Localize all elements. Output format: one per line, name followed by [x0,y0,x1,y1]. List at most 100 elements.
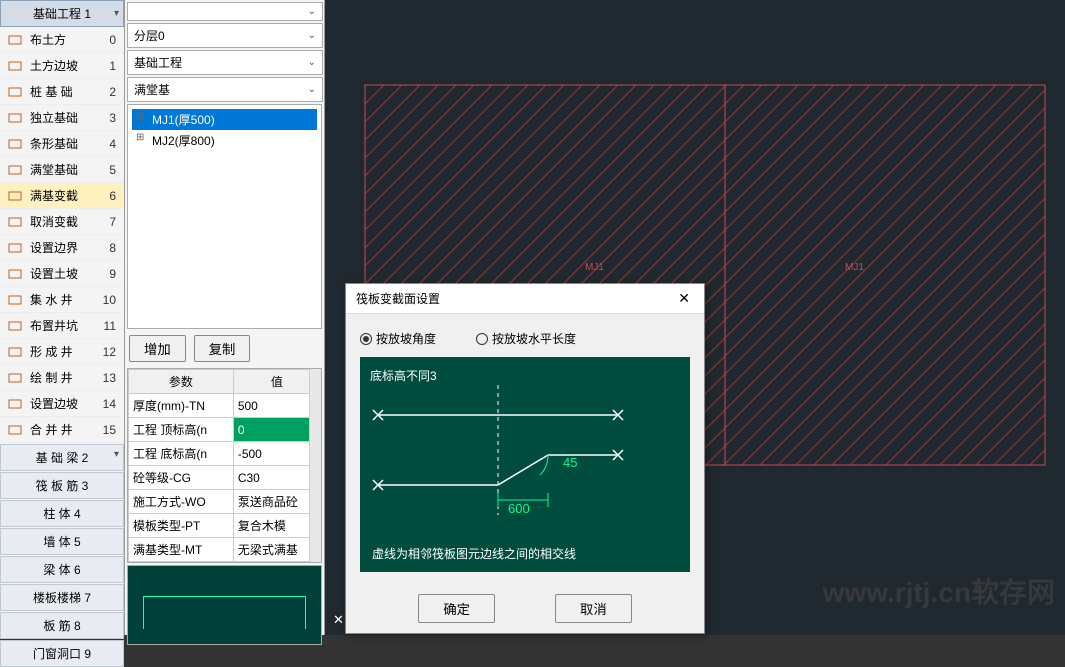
prop-value[interactable]: 泵送商品砼 [233,490,320,514]
chevron-down-icon[interactable]: ▾ [114,8,119,19]
prop-value[interactable]: -500 [233,442,320,466]
tool-num: 10 [103,293,116,307]
tool-num: 12 [103,345,116,359]
sub-header-label: 板 筋 8 [43,619,80,633]
prop-value[interactable]: C30 [233,466,320,490]
close-icon[interactable]: ✕ [674,290,694,307]
sub-header-4[interactable]: 梁 体 6 [0,556,124,583]
prop-key: 工程 底标高(n [129,442,234,466]
prop-value[interactable]: 复合木模 [233,514,320,538]
dropdown-label: 满堂基 [134,81,170,98]
dropdown-label: 基础工程 [134,54,182,71]
chevron-down-icon: ⌄ [308,30,316,41]
prop-row[interactable]: 满基类型-MT无梁式满基 [129,538,321,562]
tool-label: 桩 基 础 [30,83,73,100]
tool-num: 0 [109,33,116,47]
tool-item-6[interactable]: 满基变截6 [0,183,124,209]
tool-num: 5 [109,163,116,177]
prop-row[interactable]: 厚度(mm)-TN500 [129,394,321,418]
prop-key: 厚度(mm)-TN [129,394,234,418]
chevron-down-icon: ⌄ [308,6,316,17]
dropdown-1[interactable]: 分层0 ⌄ [127,23,323,48]
dropdown-label: 分层0 [134,27,165,44]
tool-item-15[interactable]: 合 并 井15 [0,417,124,443]
tool-item-10[interactable]: 集 水 井10 [0,287,124,313]
tool-item-9[interactable]: 设置土坡9 [0,261,124,287]
sub-header-3[interactable]: 墙 体 5 [0,528,124,555]
sub-header-label: 筏 板 筋 3 [36,479,89,493]
sub-header-5[interactable]: 楼板楼梯 7 [0,584,124,611]
tool-item-14[interactable]: 设置边坡14 [0,391,124,417]
add-button[interactable]: 增加 [129,335,186,362]
tool-item-5[interactable]: 满堂基础5 [0,157,124,183]
prop-value[interactable]: 0 [233,418,320,442]
tool-label: 条形基础 [30,135,78,152]
chevron-down-icon[interactable]: ▾ [114,449,119,460]
tree-item-0[interactable]: MJ1(厚500) [132,109,317,130]
prop-row[interactable]: 工程 顶标高(n0 [129,418,321,442]
dialog-titlebar[interactable]: 筏板变截面设置 ✕ [346,284,704,314]
tool-icon [8,189,24,203]
tool-item-4[interactable]: 条形基础 4 [0,131,124,157]
tool-icon [8,163,24,177]
tool-item-13[interactable]: 绘 制 井13 [0,365,124,391]
tool-label: 合 并 井 [30,421,73,438]
col-value: 值 [233,370,320,394]
tool-label: 设置边坡 [30,395,78,412]
tool-num: 9 [109,267,116,281]
tool-item-12[interactable]: 形 成 井 12 [0,339,124,365]
radio-by-angle[interactable]: 按放坡角度 [360,330,436,347]
tool-icon [8,85,24,99]
copy-button[interactable]: 复制 [194,335,251,362]
dropdown-0[interactable]: ⌄ [127,2,323,21]
tool-num: 7 [109,215,116,229]
prop-key: 满基类型-MT [129,538,234,562]
tool-item-0[interactable]: 布土方0 [0,27,124,53]
prop-key: 施工方式-WO [129,490,234,514]
prop-row[interactable]: 模板类型-PT复合木模 [129,514,321,538]
tool-item-11[interactable]: 布置井坑11 [0,313,124,339]
panel-header-label: 基础工程 1 [33,5,91,22]
sub-header-7[interactable]: 门窗洞口 9 [0,640,124,667]
sub-header-2[interactable]: 柱 体 4 [0,500,124,527]
scrollbar[interactable] [309,369,321,562]
panel-header-foundation[interactable]: 基础工程 1 ▾ [0,0,124,27]
tool-item-8[interactable]: 设置边界8 [0,235,124,261]
cancel-button[interactable]: 取消 [555,594,632,623]
tool-icon [8,59,24,73]
ok-button[interactable]: 确定 [418,594,495,623]
prop-row[interactable]: 施工方式-WO泵送商品砼 [129,490,321,514]
tool-icon [8,319,24,333]
tool-icon [8,397,24,411]
mid-panel: ⌄分层0⌄基础工程⌄满堂基⌄ MJ1(厚500)MJ2(厚800) 增加 复制 … [125,0,325,635]
prop-row[interactable]: 工程 底标高(n-500 [129,442,321,466]
tool-num: 1 [109,59,116,73]
tool-label: 形 成 井 [30,343,73,360]
properties-table: 参数 值 厚度(mm)-TN500工程 顶标高(n0工程 底标高(n-500砼等… [127,368,322,563]
tool-num: 4 [109,137,116,151]
prop-value[interactable]: 无梁式满基 [233,538,320,562]
sub-header-label: 门窗洞口 9 [33,647,91,661]
dropdown-2[interactable]: 基础工程⌄ [127,50,323,75]
diagram-note: 虚线为相邻筏板图元边线之间的相交线 [372,545,576,562]
svg-text:600: 600 [508,501,530,516]
tool-icon [8,345,24,359]
tool-item-3[interactable]: 独立基础3 [0,105,124,131]
radio-by-length[interactable]: 按放坡水平长度 [476,330,576,347]
tool-item-2[interactable]: 桩 基 础2 [0,79,124,105]
tool-num: 11 [104,319,116,333]
prop-row[interactable]: 砼等级-CGC30 [129,466,321,490]
dropdown-3[interactable]: 满堂基⌄ [127,77,323,102]
tool-label: 绘 制 井 [30,369,73,386]
sub-header-1[interactable]: 筏 板 筋 3 [0,472,124,499]
tool-label: 满基变截 [30,187,78,204]
sub-header-0[interactable]: 基 础 梁 2▾ [0,444,124,471]
tool-item-7[interactable]: 取消变截7 [0,209,124,235]
prop-key: 工程 顶标高(n [129,418,234,442]
tool-icon [8,241,24,255]
prop-value[interactable]: 500 [233,394,320,418]
tool-item-1[interactable]: 土方边坡1 [0,53,124,79]
tool-num: 8 [109,241,116,255]
sub-header-label: 楼板楼梯 7 [33,591,91,605]
tree-item-1[interactable]: MJ2(厚800) [132,130,317,151]
